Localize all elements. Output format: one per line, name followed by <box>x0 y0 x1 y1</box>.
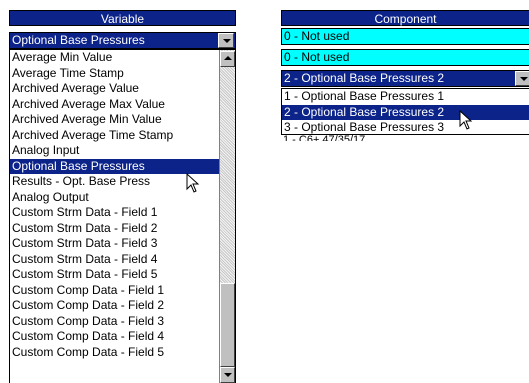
variable-list-item[interactable]: Average Time Stamp <box>10 66 235 82</box>
variable-list-item[interactable]: Archived Average Time Stamp <box>10 128 235 144</box>
variable-list-item[interactable]: Custom Strm Data - Field 1 <box>10 205 235 221</box>
component-dropdown-button[interactable] <box>515 71 529 86</box>
component-select[interactable]: 2 - Optional Base Pressures 2 <box>281 70 529 87</box>
component-list-item[interactable]: 2 - Optional Base Pressures 2 <box>282 104 529 120</box>
triangle-down-icon <box>520 77 528 81</box>
component-row-2[interactable]: 0 - Not used <box>281 49 529 66</box>
variable-header: Variable <box>9 10 236 26</box>
component-select-value: 2 - Optional Base Pressures 2 <box>284 71 445 85</box>
variable-list-item[interactable]: Custom Comp Data - Field 3 <box>10 314 235 330</box>
scroll-up-button[interactable] <box>220 51 235 67</box>
arrow-pointer-icon <box>459 110 473 130</box>
variable-list-item[interactable]: Custom Strm Data - Field 5 <box>10 267 235 283</box>
triangle-down-icon <box>223 39 231 43</box>
component-row-1-label: 0 - Not used <box>284 29 350 43</box>
variable-list-item[interactable]: Analog Input <box>10 143 235 159</box>
variable-list-item[interactable]: Archived Average Max Value <box>10 97 235 113</box>
component-row-2-label: 0 - Not used <box>284 50 350 64</box>
component-list-item[interactable]: 1 - Optional Base Pressures 1 <box>282 89 529 105</box>
component-partial-row: 1 - C6+ 47/35/17 <box>283 135 366 141</box>
component-list-item[interactable]: 3 - Optional Base Pressures 3 <box>282 120 529 134</box>
variable-select[interactable]: Optional Base Pressures <box>9 32 236 49</box>
scroll-thumb[interactable] <box>220 283 235 367</box>
variable-dropdown-button[interactable] <box>218 33 234 48</box>
variable-scrollbar[interactable] <box>219 50 235 383</box>
scroll-down-button[interactable] <box>220 367 235 383</box>
variable-list-item[interactable]: Archived Average Min Value <box>10 112 235 128</box>
component-header: Component <box>281 10 529 26</box>
variable-list-item[interactable]: Custom Strm Data - Field 2 <box>10 221 235 237</box>
variable-select-value: Optional Base Pressures <box>12 33 145 47</box>
variable-list-item[interactable]: Archived Average Value <box>10 81 235 97</box>
variable-list-item[interactable]: Average Min Value <box>10 50 235 66</box>
variable-dropdown-list: Average Min Value Average Time Stamp Archi… <box>9 49 236 383</box>
variable-list-item[interactable]: Custom Comp Data - Field 1 <box>10 283 235 299</box>
variable-list-item[interactable]: Custom Strm Data - Field 3 <box>10 236 235 252</box>
variable-list-item[interactable]: Optional Base Pressures <box>10 158 235 174</box>
variable-list-item[interactable]: Custom Strm Data - Field 4 <box>10 252 235 268</box>
variable-list-item[interactable]: Custom Comp Data - Field 5 <box>10 345 235 361</box>
component-row-1[interactable]: 0 - Not used <box>281 28 529 45</box>
arrow-pointer-icon <box>186 173 200 193</box>
component-dropdown-list: 1 - Optional Base Pressures 12 - Optiona… <box>281 88 529 135</box>
variable-list-item[interactable]: Custom Comp Data - Field 4 <box>10 329 235 345</box>
triangle-down-icon <box>224 373 232 377</box>
variable-list-item[interactable]: Custom Comp Data - Field 2 <box>10 298 235 314</box>
triangle-up-icon <box>224 56 232 60</box>
